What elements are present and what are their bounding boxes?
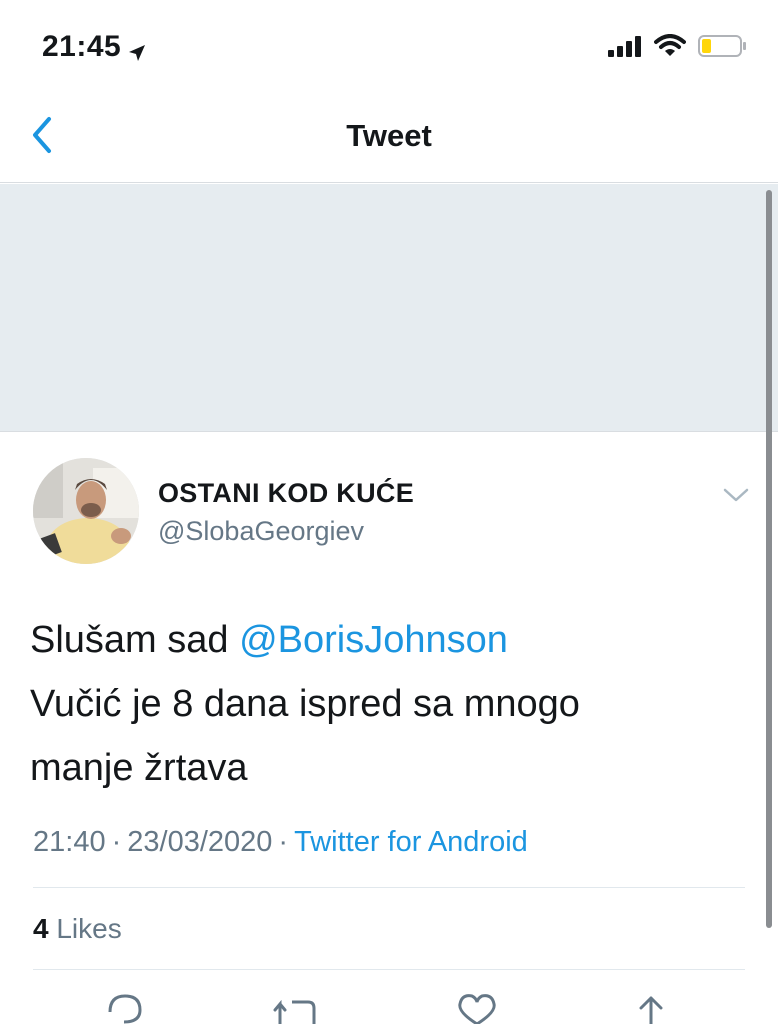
share-icon — [626, 996, 676, 1024]
retweet-icon — [272, 999, 326, 1024]
mention-link[interactable]: @BorisJohnson — [239, 619, 508, 661]
tweet-text-line-1: Slušam sad @BorisJohnson — [30, 608, 730, 672]
status-time-text: 21:45 — [42, 30, 122, 63]
like-button[interactable] — [452, 990, 502, 1024]
tweet-action-bar — [0, 990, 778, 1024]
tweet-meta: 21:40 · 23/03/2020 · Twitter for Android — [33, 826, 528, 859]
likes-label: Likes — [56, 913, 122, 944]
reply-icon — [100, 994, 150, 1024]
meta-separator: · — [111, 826, 122, 858]
cellular-signal-icon — [608, 35, 642, 62]
status-time: 21:45 — [42, 30, 147, 64]
heart-icon — [452, 994, 502, 1024]
status-bar: 21:45 — [0, 0, 778, 92]
retweet-button[interactable] — [272, 990, 322, 1024]
user-handle[interactable]: @SlobaGeorgiev — [158, 516, 364, 547]
location-arrow-icon — [127, 37, 147, 61]
battery-low-icon — [698, 34, 748, 63]
tweet-text: Slušam sad @BorisJohnson Vučić je 8 dana… — [30, 608, 730, 800]
status-indicators — [608, 34, 748, 63]
header-placeholder-area — [0, 184, 778, 432]
chevron-down-icon[interactable] — [720, 482, 752, 506]
likes-summary[interactable]: 4 Likes — [33, 913, 122, 945]
nav-bar: Tweet — [0, 92, 778, 183]
scrollbar[interactable] — [766, 190, 772, 928]
tweet-time: 21:40 — [33, 826, 106, 858]
reply-button[interactable] — [100, 990, 150, 1024]
divider — [33, 969, 745, 970]
tweet-source-link[interactable]: Twitter for Android — [294, 826, 528, 858]
divider — [33, 887, 745, 888]
wifi-icon — [654, 34, 686, 63]
user-display-name[interactable]: OSTANI KOD KUĆE — [158, 478, 414, 509]
page-title: Tweet — [346, 118, 432, 153]
share-button[interactable] — [626, 990, 676, 1024]
avatar[interactable] — [33, 458, 139, 564]
tweet-text-start: Slušam sad — [30, 619, 240, 661]
meta-separator: · — [278, 826, 289, 858]
tweet-text-line-3: manje žrtava — [30, 747, 248, 789]
tweet-text-line-2: Vučić je 8 dana ispred sa mnogo — [30, 683, 580, 725]
likes-count: 4 — [33, 913, 49, 944]
tweet-date: 23/03/2020 — [127, 826, 273, 858]
